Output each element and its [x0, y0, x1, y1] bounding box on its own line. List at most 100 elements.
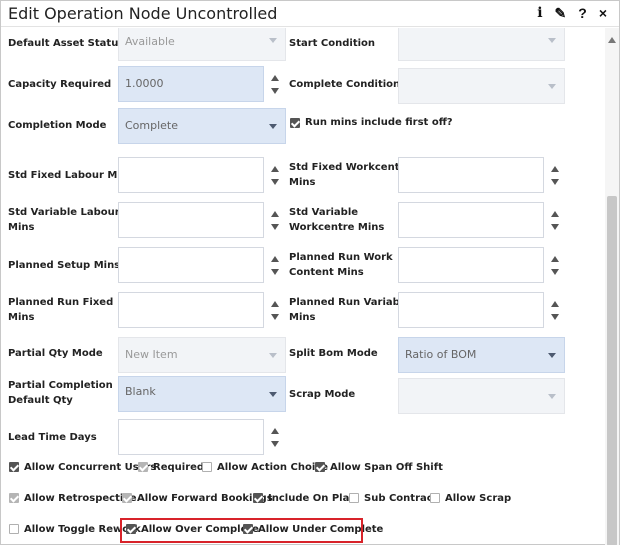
decrement-icon[interactable]	[271, 179, 279, 185]
capacity-required-label: Capacity Required	[8, 79, 112, 90]
increment-icon[interactable]	[271, 428, 279, 434]
capacity-required-stepper[interactable]	[264, 66, 286, 102]
increment-icon[interactable]	[551, 256, 559, 262]
allow-concurrent-users-checkbox[interactable]	[9, 462, 19, 472]
lead-time-days-stepper[interactable]	[264, 419, 286, 455]
completion-mode-select[interactable]: Complete	[118, 108, 286, 144]
allow-action-choice-label: Allow Action Choice	[217, 462, 328, 473]
lead-time-days-label: Lead Time Days	[8, 432, 97, 443]
dialog-title: Edit Operation Node Uncontrolled	[8, 4, 278, 23]
split-bom-mode-select[interactable]: Ratio of BOM	[398, 337, 565, 373]
allow-span-off-shift-checkbox[interactable]	[315, 462, 325, 472]
allow-forward-bookings-checkbox[interactable]	[122, 493, 132, 503]
increment-icon[interactable]	[551, 211, 559, 217]
complete-condition-select[interactable]	[398, 68, 565, 104]
capacity-required-input[interactable]: 1.0000	[118, 66, 264, 102]
allow-concurrent-users-label: Allow Concurrent Users	[24, 462, 157, 473]
complete-condition-label: Complete Condition	[289, 79, 401, 90]
increment-icon[interactable]	[271, 301, 279, 307]
planned-run-fixed-mins-input[interactable]	[118, 292, 264, 328]
partial-completion-default-qty-select[interactable]: Blank	[118, 376, 286, 412]
increment-icon[interactable]	[271, 256, 279, 262]
scroll-up-icon[interactable]	[608, 37, 616, 43]
start-condition-select[interactable]	[398, 28, 565, 61]
decrement-icon[interactable]	[271, 269, 279, 275]
chevron-down-icon	[269, 38, 277, 43]
partial-completion-default-qty-label: Partial Completion Default Qty	[8, 380, 113, 406]
increment-icon[interactable]	[271, 75, 279, 81]
vertical-scrollbar[interactable]	[605, 28, 619, 545]
std-variable-labour-mins-label: Std Variable Labour Mins	[8, 207, 120, 233]
highlight-box	[120, 518, 363, 543]
close-icon[interactable]: ×	[599, 5, 607, 21]
required-checkbox[interactable]	[138, 462, 148, 472]
partial-qty-mode-select[interactable]: New Item	[118, 337, 286, 373]
chevron-down-icon	[548, 84, 556, 89]
increment-icon[interactable]	[551, 301, 559, 307]
info-icon[interactable]: i	[537, 5, 542, 21]
increment-icon[interactable]	[271, 166, 279, 172]
default-asset-status-label: Default Asset Status	[8, 38, 125, 49]
planned-run-fixed-mins-stepper[interactable]	[264, 292, 286, 328]
planned-run-work-content-mins-input[interactable]	[398, 247, 544, 283]
std-variable-labour-mins-stepper[interactable]	[264, 202, 286, 238]
allow-scrap-checkbox[interactable]	[430, 493, 440, 503]
std-fixed-labour-mins-stepper[interactable]	[264, 157, 286, 193]
chevron-down-icon	[548, 353, 556, 358]
title-bar-icons: i ✎ ? ×	[537, 5, 607, 21]
run-mins-first-off-label: Run mins include first off?	[305, 117, 453, 128]
run-mins-first-off-checkbox[interactable]	[290, 118, 300, 128]
decrement-icon[interactable]	[271, 314, 279, 320]
std-variable-labour-mins-input[interactable]	[118, 202, 264, 238]
planned-run-variable-mins-input[interactable]	[398, 292, 544, 328]
include-on-plan-checkbox[interactable]	[253, 493, 263, 503]
lead-time-days-input[interactable]	[118, 419, 264, 455]
chevron-down-icon	[269, 124, 277, 129]
sub-contract-checkbox[interactable]	[349, 493, 359, 503]
decrement-icon[interactable]	[551, 314, 559, 320]
chevron-down-icon	[548, 38, 556, 43]
decrement-icon[interactable]	[551, 179, 559, 185]
chevron-down-icon	[269, 353, 277, 358]
decrement-icon[interactable]	[271, 441, 279, 447]
allow-retrospective-label: Allow Retrospective	[24, 493, 137, 504]
std-variable-workcentre-mins-input[interactable]	[398, 202, 544, 238]
edit-pencil-icon[interactable]: ✎	[555, 5, 567, 21]
chevron-down-icon	[269, 392, 277, 397]
std-variable-workcentre-mins-stepper[interactable]	[544, 202, 566, 238]
increment-icon[interactable]	[551, 166, 559, 172]
std-fixed-workcentre-mins-stepper[interactable]	[544, 157, 566, 193]
edit-operation-node-dialog: Edit Operation Node Uncontrolled i ✎ ? ×…	[0, 0, 620, 545]
planned-run-variable-mins-stepper[interactable]	[544, 292, 566, 328]
allow-toggle-rework-checkbox[interactable]	[9, 524, 19, 534]
allow-scrap-label: Allow Scrap	[445, 493, 512, 504]
planned-setup-mins-input[interactable]	[118, 247, 264, 283]
allow-action-choice-checkbox[interactable]	[202, 462, 212, 472]
title-bar: Edit Operation Node Uncontrolled i ✎ ? ×	[1, 1, 619, 27]
planned-run-work-content-mins-stepper[interactable]	[544, 247, 566, 283]
scrap-mode-select[interactable]	[398, 378, 565, 414]
decrement-icon[interactable]	[271, 88, 279, 94]
increment-icon[interactable]	[271, 211, 279, 217]
std-fixed-workcentre-mins-input[interactable]	[398, 157, 544, 193]
include-on-plan-label: Include On Plan	[268, 493, 357, 504]
decrement-icon[interactable]	[271, 224, 279, 230]
split-bom-mode-label: Split Bom Mode	[289, 348, 378, 359]
default-asset-status-select[interactable]: Available	[118, 28, 286, 61]
help-icon[interactable]: ?	[578, 5, 587, 21]
scrap-mode-label: Scrap Mode	[289, 389, 356, 400]
planned-setup-mins-stepper[interactable]	[264, 247, 286, 283]
start-condition-label: Start Condition	[289, 38, 376, 49]
decrement-icon[interactable]	[551, 269, 559, 275]
scroll-thumb[interactable]	[607, 196, 617, 545]
std-fixed-labour-mins-input[interactable]	[118, 157, 264, 193]
planned-run-variable-mins-label: Planned Run Variable Mins	[289, 297, 411, 323]
std-fixed-labour-mins-label: Std Fixed Labour Mins	[8, 170, 134, 181]
chevron-down-icon	[548, 394, 556, 399]
decrement-icon[interactable]	[551, 224, 559, 230]
planned-run-work-content-mins-label: Planned Run Work Content Mins	[289, 252, 393, 278]
allow-retrospective-checkbox[interactable]	[9, 493, 19, 503]
required-label: Required	[153, 462, 205, 473]
planned-run-fixed-mins-label: Planned Run Fixed Mins	[8, 297, 114, 323]
planned-setup-mins-label: Planned Setup Mins	[8, 260, 121, 271]
